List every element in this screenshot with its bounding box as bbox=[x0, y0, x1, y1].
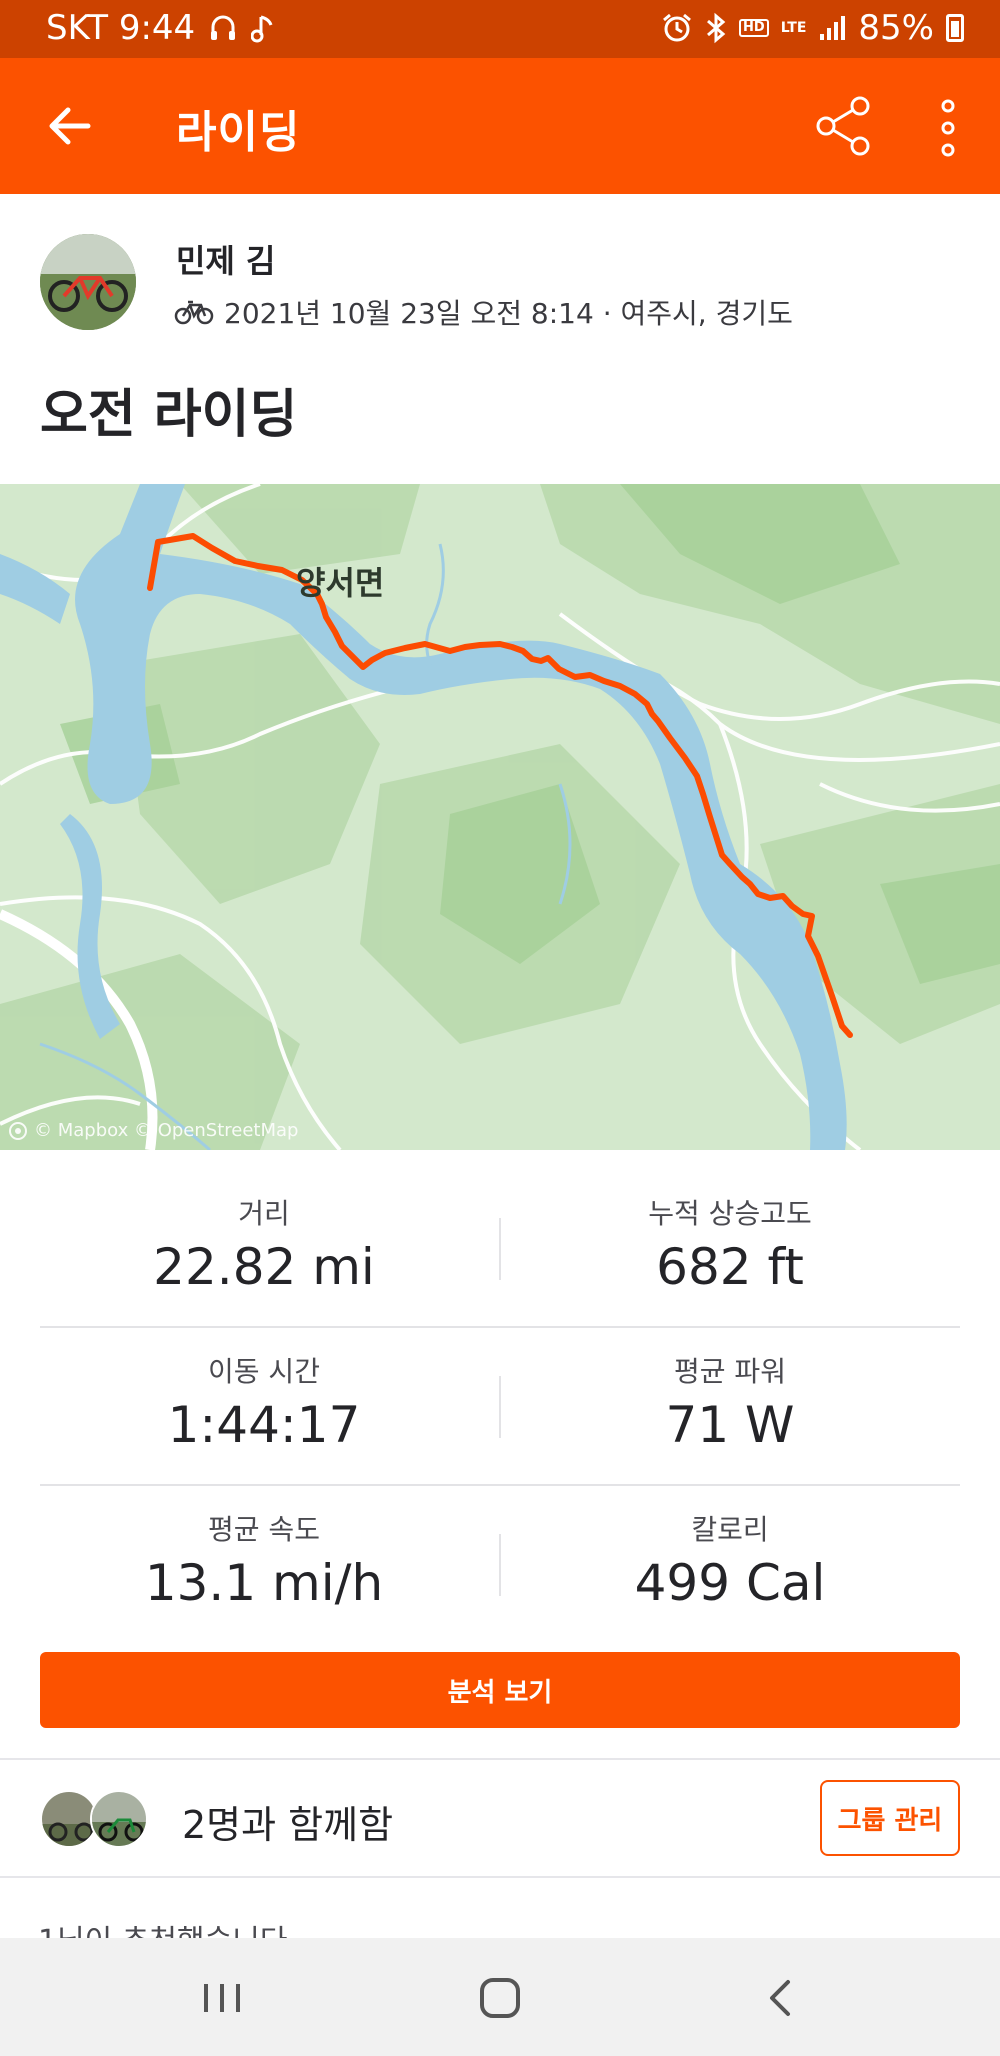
back-nav-icon[interactable] bbox=[752, 1968, 812, 2028]
bluetooth-icon bbox=[707, 12, 726, 44]
carrier-time: SKT 9:44 bbox=[46, 8, 196, 48]
athlete-name[interactable]: 민제 김 bbox=[176, 236, 275, 282]
date-location: 2021년 10월 23일 오전 8:14 · 여주시, 경기도 bbox=[224, 297, 793, 330]
divider bbox=[40, 1326, 960, 1328]
divider bbox=[0, 1876, 1000, 1878]
battery-icon bbox=[946, 14, 964, 42]
music-note-icon bbox=[251, 15, 273, 43]
stat-value: 13.1 mi/h bbox=[144, 1554, 384, 1612]
page-title: 라이딩 bbox=[176, 107, 301, 158]
recent-apps-icon[interactable] bbox=[192, 1968, 252, 2028]
stat-moving-time: 이동 시간 1:44:17 bbox=[44, 1350, 484, 1454]
hd-voice-icon: HD bbox=[739, 19, 769, 37]
view-analysis-button[interactable]: 분석 보기 bbox=[40, 1652, 960, 1728]
stat-label: 이동 시간 bbox=[208, 1355, 320, 1388]
status-bar: SKT 9:44 HD LTE 85% bbox=[0, 0, 1000, 58]
share-icon[interactable] bbox=[812, 94, 876, 158]
stat-value: 682 ft bbox=[656, 1238, 804, 1296]
stat-calories: 칼로리 499 Cal bbox=[510, 1508, 950, 1612]
app-bar: 라이딩 bbox=[0, 58, 1000, 194]
lte-icon: LTE bbox=[780, 20, 807, 36]
stat-value: 1:44:17 bbox=[167, 1396, 361, 1454]
headphones-icon bbox=[211, 15, 236, 40]
activity-title: 오전 라이딩 bbox=[40, 385, 298, 445]
system-nav-bar bbox=[0, 1938, 1000, 2056]
alarm-icon bbox=[663, 13, 691, 42]
stat-label: 평균 속도 bbox=[208, 1513, 320, 1546]
stat-label: 누적 상승고도 bbox=[648, 1197, 812, 1230]
stat-distance: 거리 22.82 mi bbox=[44, 1192, 484, 1296]
stat-label: 칼로리 bbox=[691, 1513, 769, 1546]
divider bbox=[499, 1376, 501, 1438]
divider bbox=[40, 1484, 960, 1486]
mapbox-logo-icon bbox=[9, 1121, 27, 1140]
more-vertical-icon[interactable] bbox=[928, 96, 968, 160]
map-place-label: 양서면 bbox=[296, 564, 385, 602]
battery-level: 85% bbox=[858, 8, 934, 48]
stat-elevation-gain: 누적 상승고도 682 ft bbox=[510, 1192, 950, 1296]
stat-label: 평균 파워 bbox=[674, 1355, 786, 1388]
divider bbox=[0, 1758, 1000, 1760]
back-arrow-icon[interactable] bbox=[40, 96, 100, 156]
avatar[interactable] bbox=[40, 234, 136, 330]
divider bbox=[499, 1534, 501, 1596]
stat-value: 22.82 mi bbox=[153, 1238, 375, 1296]
stat-value: 499 Cal bbox=[634, 1554, 826, 1612]
divider bbox=[499, 1218, 501, 1280]
home-icon[interactable] bbox=[470, 1968, 530, 2028]
manage-group-button[interactable]: 그룹 관리 bbox=[820, 1780, 960, 1856]
stat-label: 거리 bbox=[238, 1197, 290, 1230]
map-attribution: © Mapbox © OpenStreetMap bbox=[8, 1120, 298, 1141]
signal-icon bbox=[820, 16, 846, 40]
group-ride-text[interactable]: 2명과 함께함 bbox=[182, 1794, 393, 1849]
stat-avg-speed: 평균 속도 13.1 mi/h bbox=[44, 1508, 484, 1612]
avatar bbox=[90, 1790, 148, 1848]
bike-icon bbox=[174, 300, 214, 325]
route-map[interactable] bbox=[0, 484, 1000, 1150]
group-avatars[interactable] bbox=[40, 1790, 150, 1848]
stat-avg-power: 평균 파워 71 W bbox=[510, 1350, 950, 1454]
activity-meta: 2021년 10월 23일 오전 8:14 · 여주시, 경기도 bbox=[174, 292, 793, 332]
stat-value: 71 W bbox=[665, 1396, 795, 1454]
